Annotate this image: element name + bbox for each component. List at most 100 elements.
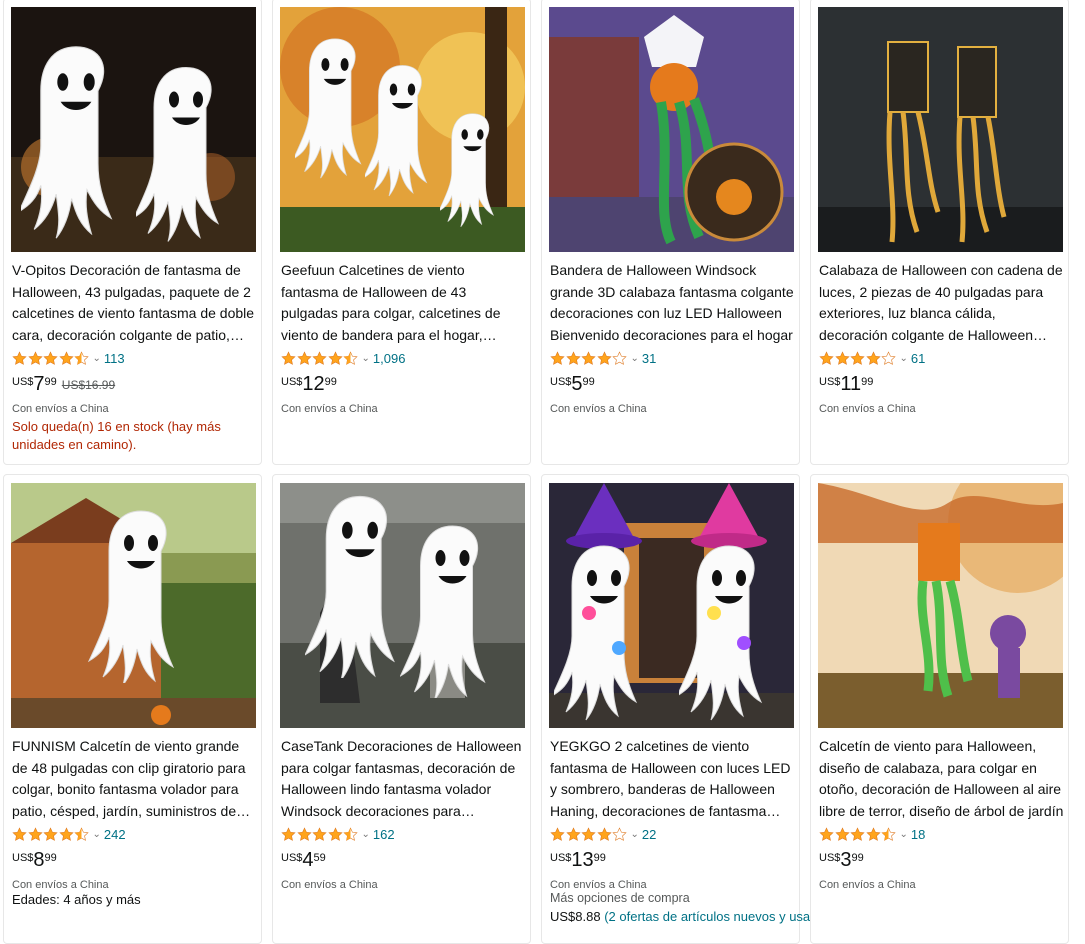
product-image[interactable] <box>280 7 525 252</box>
chevron-down-icon[interactable]: ⌄ <box>900 353 908 364</box>
price[interactable]: US$ 3 99 <box>819 849 864 873</box>
product-title[interactable]: CaseTank Decoraciones de Halloween para … <box>281 736 526 822</box>
star-icon <box>59 827 74 842</box>
rating[interactable]: ⌄ 31 <box>550 349 656 367</box>
product-image[interactable] <box>280 483 525 728</box>
price-whole: 13 <box>571 849 594 871</box>
price[interactable]: US$ 7 99 US$16.99 <box>12 373 115 397</box>
product-title[interactable]: Geefuun Calcetines de viento fantasma de… <box>281 260 526 346</box>
shipping-info: Con envíos a China <box>12 879 109 891</box>
product-image[interactable] <box>818 7 1063 252</box>
product-card[interactable]: Bandera de Halloween Windsock grande 3D … <box>541 0 800 465</box>
star-icon <box>328 351 343 366</box>
chevron-down-icon[interactable]: ⌄ <box>631 353 639 364</box>
star-half-icon <box>343 351 358 366</box>
product-title[interactable]: YEGKGO 2 calcetines de viento fantasma d… <box>550 736 795 822</box>
product-title[interactable]: V-Opitos Decoración de fantasma de Hallo… <box>12 260 257 346</box>
chevron-down-icon[interactable]: ⌄ <box>631 829 639 840</box>
star-icon <box>866 827 881 842</box>
star-icon <box>328 827 343 842</box>
offers-line[interactable]: US$8.88 (2 ofertas de artículos nuevos y… <box>550 909 835 924</box>
star-half-icon <box>881 827 896 842</box>
price-whole: 11 <box>840 373 862 395</box>
star-icon <box>597 351 612 366</box>
product-image[interactable] <box>11 483 256 728</box>
rating-count[interactable]: 31 <box>642 351 656 366</box>
product-title[interactable]: Calabaza de Halloween con cadena de luce… <box>819 260 1064 346</box>
price[interactable]: US$ 5 99 <box>550 373 595 397</box>
rating[interactable]: ⌄ 113 <box>12 349 125 367</box>
price-currency: US$ <box>281 852 303 864</box>
rating-count[interactable]: 61 <box>911 351 925 366</box>
rating[interactable]: ⌄ 61 <box>819 349 925 367</box>
rating[interactable]: ⌄ 22 <box>550 825 656 843</box>
price[interactable]: US$ 4 59 <box>281 849 326 873</box>
rating-count[interactable]: 1,096 <box>373 351 406 366</box>
product-card[interactable]: Geefuun Calcetines de viento fantasma de… <box>272 0 531 465</box>
star-icon <box>581 827 596 842</box>
rating-count[interactable]: 22 <box>642 827 656 842</box>
price-whole: 8 <box>33 849 45 871</box>
price-currency: US$ <box>819 852 841 864</box>
star-rating <box>819 827 897 842</box>
star-rating <box>281 827 359 842</box>
product-image[interactable] <box>11 7 256 252</box>
star-empty-icon <box>612 827 627 842</box>
shipping-info: Con envíos a China <box>819 403 916 415</box>
price[interactable]: US$ 12 99 <box>281 373 337 397</box>
star-icon <box>850 351 865 366</box>
rating-count[interactable]: 162 <box>373 827 395 842</box>
chevron-down-icon[interactable]: ⌄ <box>93 829 101 840</box>
chevron-down-icon[interactable]: ⌄ <box>900 829 908 840</box>
chevron-down-icon[interactable]: ⌄ <box>362 829 370 840</box>
rating-count[interactable]: 113 <box>104 351 125 366</box>
price-whole: 4 <box>302 849 314 871</box>
product-title[interactable]: FUNNISM Calcetín de viento grande de 48 … <box>12 736 257 822</box>
product-image[interactable] <box>818 483 1063 728</box>
chevron-down-icon[interactable]: ⌄ <box>93 353 101 364</box>
rating[interactable]: ⌄ 162 <box>281 825 395 843</box>
product-card[interactable]: YEGKGO 2 calcetines de viento fantasma d… <box>541 474 835 944</box>
star-icon <box>281 351 296 366</box>
rating[interactable]: ⌄ 1,096 <box>281 349 405 367</box>
rating-count[interactable]: 242 <box>104 827 126 842</box>
product-title[interactable]: Calcetín de viento para Halloween, diseñ… <box>819 736 1064 822</box>
price-currency: US$ <box>281 376 303 388</box>
price[interactable]: US$ 13 99 <box>550 849 606 873</box>
offers-price: US$8.88 <box>550 909 601 924</box>
product-card[interactable]: Calabaza de Halloween con cadena de luce… <box>810 0 1069 465</box>
chevron-down-icon[interactable]: ⌄ <box>362 353 370 364</box>
price[interactable]: US$ 8 99 <box>12 849 57 873</box>
rating[interactable]: ⌄ 18 <box>819 825 925 843</box>
price-fraction: 99 <box>324 376 337 388</box>
star-icon <box>819 827 834 842</box>
price-fraction: 99 <box>582 376 595 388</box>
offers-link[interactable]: (2 ofertas de artículos nuevos y usados) <box>604 909 835 924</box>
star-icon <box>43 827 58 842</box>
product-title[interactable]: Bandera de Halloween Windsock grande 3D … <box>550 260 795 346</box>
price-fraction: 99 <box>44 852 57 864</box>
product-card[interactable]: CaseTank Decoraciones de Halloween para … <box>272 474 531 944</box>
product-card[interactable]: V-Opitos Decoración de fantasma de Hallo… <box>3 0 262 465</box>
price-fraction: 99 <box>44 376 57 388</box>
more-buying-options: Más opciones de compra <box>550 891 690 905</box>
product-card[interactable]: Calcetín de viento para Halloween, diseñ… <box>810 474 1069 944</box>
star-icon <box>281 827 296 842</box>
rating[interactable]: ⌄ 242 <box>12 825 126 843</box>
star-icon <box>297 351 312 366</box>
star-icon <box>597 827 612 842</box>
product-card[interactable]: FUNNISM Calcetín de viento grande de 48 … <box>3 474 262 944</box>
price[interactable]: US$ 11 99 <box>819 373 873 397</box>
star-icon <box>59 351 74 366</box>
product-image[interactable] <box>549 7 794 252</box>
rating-count[interactable]: 18 <box>911 827 925 842</box>
star-icon <box>297 827 312 842</box>
price-currency: US$ <box>550 852 572 864</box>
product-image[interactable] <box>549 483 794 728</box>
star-rating <box>550 827 628 842</box>
star-icon <box>12 827 27 842</box>
star-icon <box>12 351 27 366</box>
price-fraction: 99 <box>851 852 864 864</box>
star-icon <box>581 351 596 366</box>
star-icon <box>819 351 834 366</box>
